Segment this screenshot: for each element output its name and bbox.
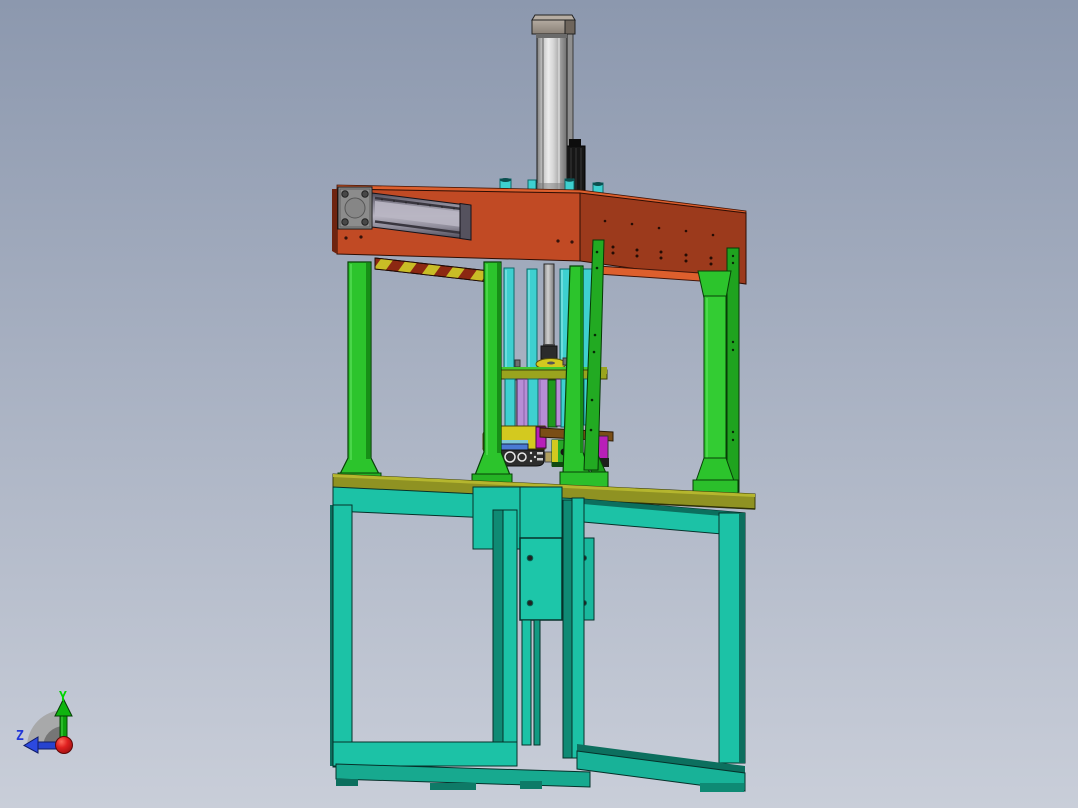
frame-left-leg [332, 504, 353, 768]
deck-left-edge [332, 189, 337, 254]
frame-foot [700, 783, 744, 792]
cylinder-cap-top [531, 14, 576, 21]
frame-foot [336, 779, 358, 786]
frame-inner-leg [502, 509, 518, 763]
bolt-hole [526, 599, 534, 607]
frame-foot [430, 783, 476, 790]
orientation-triad: Y Z [16, 690, 73, 754]
frame-center-plate [519, 537, 563, 621]
frame-foot [520, 781, 542, 789]
origin-sphere [55, 736, 73, 754]
y-axis-label: Y [59, 690, 67, 705]
rail-end-cap [459, 202, 472, 241]
cylinder-body [536, 30, 568, 192]
frame-bottom-rail-left [332, 741, 518, 767]
cad-viewport[interactable]: Y Z [0, 0, 1078, 808]
valve-top [569, 139, 581, 147]
column-right-rear [692, 247, 740, 497]
rod-coupling [540, 345, 558, 360]
piston-rod [543, 263, 555, 349]
pneumatic-cylinder-assembly [527, 14, 586, 197]
hazard-stripe-band [374, 257, 499, 284]
column-left-front [335, 261, 384, 487]
base-frame [330, 486, 746, 792]
machine-3d-model: Y Z [16, 14, 756, 792]
z-axis-label: Z [16, 729, 24, 744]
bolt-hole [526, 554, 534, 562]
